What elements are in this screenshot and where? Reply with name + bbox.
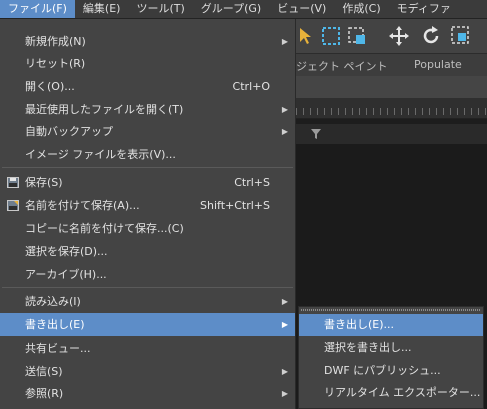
- menu-item-label: イメージ ファイルを表示(V)...: [25, 148, 176, 161]
- menu-item-label: 選択を保存(D)...: [25, 245, 108, 258]
- menu-tools[interactable]: ツール(T): [128, 0, 192, 18]
- menu-item-label: 共有ビュー...: [25, 342, 91, 355]
- menu-item-label: DWF にパブリッシュ...: [324, 364, 441, 377]
- menu-item-open-recent[interactable]: 最近使用したファイルを開く(T) ▶: [0, 98, 295, 121]
- window-crossing-icon[interactable]: [346, 25, 368, 47]
- menu-item-save[interactable]: 保存(S) Ctrl+S: [0, 171, 295, 194]
- submenu-arrow-icon: ▶: [281, 367, 288, 376]
- menu-separator: [2, 287, 293, 288]
- menu-item-label: 自動バックアップ: [25, 125, 113, 138]
- ribbon-tab-object-paint[interactable]: ジェクト ペイント: [296, 58, 388, 74]
- submenu-item-export-selected[interactable]: 選択を書き出し...: [299, 337, 483, 359]
- select-cursor-icon[interactable]: [296, 25, 318, 47]
- menu-item-reset[interactable]: リセット(R): [0, 52, 295, 75]
- menu-item-shortcut: Shift+Ctrl+S: [200, 199, 270, 212]
- menu-item-shortcut: Ctrl+O: [232, 80, 270, 93]
- menu-item-save-selected[interactable]: 選択を保存(D)...: [0, 240, 295, 263]
- menu-item-shortcut: Ctrl+S: [234, 176, 270, 189]
- menu-item-shared-views[interactable]: 共有ビュー...: [0, 337, 295, 360]
- menu-item-save-as[interactable]: 名前を付けて保存(A)... Shift+Ctrl+S: [0, 194, 295, 217]
- submenu-arrow-icon: ▶: [281, 320, 288, 329]
- ribbon-panel: [296, 76, 487, 98]
- timeline-ruler: [296, 98, 487, 119]
- file-menu: 新規作成(N) ▶ リセット(R) 開く(O)... Ctrl+O 最近使用した…: [0, 19, 296, 409]
- rect-select-icon[interactable]: [320, 25, 342, 47]
- menu-file[interactable]: ファイル(F): [0, 0, 75, 18]
- export-submenu: 書き出し(E)... 選択を書き出し... DWF にパブリッシュ... リアル…: [298, 306, 484, 409]
- rotate-icon[interactable]: [420, 25, 442, 47]
- menu-item-label: 読み込み(I): [25, 295, 81, 308]
- ribbon-tab-populate[interactable]: Populate: [414, 58, 462, 71]
- menu-item-save-copy-as[interactable]: コピーに名前を付けて保存...(C): [0, 217, 295, 240]
- menu-view[interactable]: ビュー(V): [269, 0, 334, 18]
- menu-group[interactable]: グループ(G): [193, 0, 269, 18]
- move-icon[interactable]: [388, 25, 410, 47]
- menu-item-reference[interactable]: 参照(R) ▶: [0, 382, 295, 405]
- save-as-icon: [7, 200, 19, 211]
- menu-item-label: 書き出し(E)...: [324, 318, 395, 331]
- submenu-arrow-icon: ▶: [281, 105, 288, 114]
- menu-create[interactable]: 作成(C): [334, 0, 388, 18]
- menu-item-export[interactable]: 書き出し(E) ▶: [0, 313, 295, 336]
- menu-item-label: 書き出し(E): [25, 318, 85, 331]
- submenu-item-export[interactable]: 書き出し(E)...: [299, 314, 483, 336]
- menu-item-label: 参照(R): [25, 387, 64, 400]
- menu-item-label: 最近使用したファイルを開く(T): [25, 103, 184, 116]
- submenu-item-realtime-exporter[interactable]: リアルタイム エクスポーター...: [299, 382, 483, 404]
- menu-item-label: 開く(O)...: [25, 80, 75, 93]
- menu-item-view-image[interactable]: イメージ ファイルを表示(V)...: [0, 143, 295, 166]
- scale-icon[interactable]: [450, 25, 472, 47]
- menu-modifiers[interactable]: モディファ: [389, 0, 459, 18]
- submenu-arrow-icon: ▶: [281, 37, 288, 46]
- menu-item-label: リセット(R): [25, 57, 86, 70]
- menu-item-label: 選択を書き出し...: [324, 341, 412, 354]
- submenu-arrow-icon: ▶: [281, 127, 288, 136]
- menu-item-label: コピーに名前を付けて保存...(C): [25, 222, 184, 235]
- menu-item-archive[interactable]: アーカイブ(H)...: [0, 263, 295, 286]
- menu-item-label: リアルタイム エクスポーター...: [324, 386, 481, 399]
- save-icon: [7, 177, 19, 188]
- scene-explorer-header: [296, 124, 487, 144]
- menu-item-label: 新規作成(N): [25, 35, 86, 48]
- main-toolbar: [296, 19, 487, 53]
- menu-item-new[interactable]: 新規作成(N) ▶: [0, 30, 295, 53]
- menubar: ファイル(F) 編集(E) ツール(T) グループ(G) ビュー(V) 作成(C…: [0, 0, 487, 19]
- menu-item-label: 送信(S): [25, 365, 63, 378]
- submenu-arrow-icon: ▶: [281, 389, 288, 398]
- ribbon-tabs: ジェクト ペイント Populate: [296, 53, 487, 77]
- filter-icon[interactable]: [310, 128, 322, 140]
- menu-item-label: 名前を付けて保存(A)...: [25, 199, 140, 212]
- submenu-arrow-icon: ▶: [281, 297, 288, 306]
- menu-item-send-to[interactable]: 送信(S) ▶: [0, 360, 295, 383]
- submenu-item-publish-dwf[interactable]: DWF にパブリッシュ...: [299, 360, 483, 382]
- menu-item-import[interactable]: 読み込み(I) ▶: [0, 290, 295, 313]
- menu-item-label: 保存(S): [25, 176, 63, 189]
- menu-item-open[interactable]: 開く(O)... Ctrl+O: [0, 75, 295, 98]
- submenu-tearoff: [301, 309, 481, 311]
- menu-item-label: アーカイブ(H)...: [25, 268, 107, 281]
- menu-edit[interactable]: 編集(E): [75, 0, 129, 18]
- menu-separator: [2, 167, 293, 168]
- menu-item-autobackup[interactable]: 自動バックアップ ▶: [0, 120, 295, 143]
